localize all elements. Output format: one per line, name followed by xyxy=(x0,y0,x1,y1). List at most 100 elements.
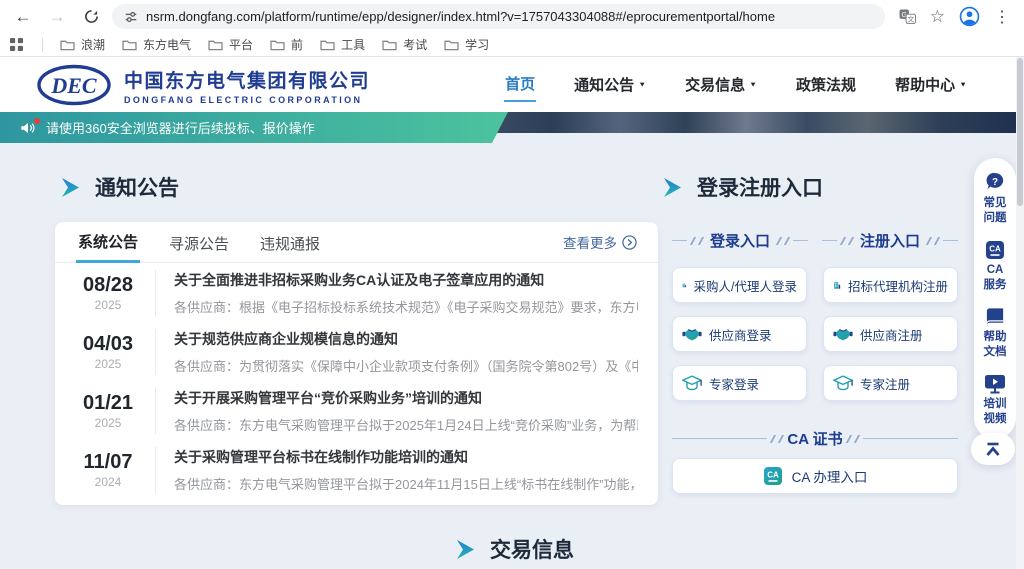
bookmark-label: 学习 xyxy=(465,36,489,53)
reload-button[interactable] xyxy=(78,4,104,30)
company-logo[interactable]: DEC 中国东方电气集团有限公司 DONGFANG ELECTRIC CORPO… xyxy=(36,64,370,106)
bookmark-label: 平台 xyxy=(229,36,253,53)
section-arrow-icon xyxy=(662,176,683,199)
notice-title: 关于开展采购管理平台“竞价采购业务”培训的通知 xyxy=(174,388,638,408)
register-header-text: 注册入口 xyxy=(860,230,920,251)
tab-sourcing-notices[interactable]: 寻源公告 xyxy=(167,223,231,262)
notice-tabs: 系统公告 寻源公告 违规通报 查看更多 xyxy=(55,222,658,263)
forward-button[interactable]: → xyxy=(44,4,70,30)
folder-icon xyxy=(382,39,397,51)
translate-icon[interactable]: G文 xyxy=(899,9,916,24)
bidding-agency-register-button[interactable]: 招标代理机构注册 xyxy=(823,267,958,303)
supplier-register-button[interactable]: 供应商注册 xyxy=(823,316,958,352)
nav-home[interactable]: 首页 xyxy=(504,67,536,102)
ca-cert-header: CA 证书 xyxy=(672,428,958,449)
view-more-link[interactable]: 查看更多 xyxy=(563,232,637,252)
chevron-down-icon: ▼ xyxy=(959,81,967,89)
training-videos-label: 培训视频 xyxy=(984,397,1007,427)
folder-icon xyxy=(444,39,459,51)
chrome-menu-icon[interactable]: ⋮ xyxy=(994,7,1010,27)
bookmark-label: 前 xyxy=(291,36,303,53)
question-bubble-icon: ? xyxy=(984,171,1006,193)
bookmark-kaoshi[interactable]: 考试 xyxy=(382,36,427,53)
notice-date-md: 04/03 xyxy=(75,333,141,356)
notice-title: 关于全面推进非招标采购业务CA认证及电子签章应用的通知 xyxy=(174,270,638,290)
notice-row[interactable]: 08/282025 关于全面推进非招标采购业务CA认证及电子签章应用的通知各供应… xyxy=(55,263,658,322)
circle-arrow-icon xyxy=(622,235,637,250)
tab-violation-reports[interactable]: 违规通报 xyxy=(258,223,322,262)
bookmark-gongju[interactable]: 工具 xyxy=(320,36,365,53)
bookmark-label: 工具 xyxy=(341,36,365,53)
svg-text:CA: CA xyxy=(767,471,779,480)
ca-apply-button[interactable]: CA CA 办理入口 xyxy=(672,458,958,494)
bookmark-langchao[interactable]: 浪潮 xyxy=(60,36,105,53)
bookmark-xuexi[interactable]: 学习 xyxy=(444,36,489,53)
main-nav: 首页 通知公告▼ 交易信息▼ 政策法规 帮助中心▼ xyxy=(504,57,968,112)
expert-register-button[interactable]: 专家注册 xyxy=(823,365,958,401)
browser-chrome: ← → nsrm.dongfang.com/platform/runtime/e… xyxy=(0,0,1024,57)
back-button[interactable]: ← xyxy=(10,4,36,30)
ca-service-label: CA服务 xyxy=(984,263,1007,293)
notice-date: 04/032025 xyxy=(75,333,141,371)
notices-section-title: 通知公告 xyxy=(60,172,179,202)
back-to-top-icon xyxy=(984,442,1002,457)
back-to-top-button[interactable] xyxy=(971,433,1015,465)
apps-grid-icon[interactable] xyxy=(10,38,23,51)
notice-ticker: 请使用360安全浏览器进行后续投标、报价操作 xyxy=(0,112,508,143)
training-videos-item[interactable]: 培训视频 xyxy=(984,374,1007,427)
nav-policies[interactable]: 政策法规 xyxy=(795,68,857,101)
bookmark-pingtai[interactable]: 平台 xyxy=(208,36,253,53)
entry-button-label: 专家注册 xyxy=(860,374,910,393)
ca-badge-icon: CA xyxy=(985,240,1005,260)
site-settings-icon xyxy=(124,10,138,24)
scrollbar-thumb[interactable] xyxy=(1017,58,1023,206)
entry-headers: 登录入口 注册入口 xyxy=(672,230,958,251)
nav-help-center[interactable]: 帮助中心▼ xyxy=(894,68,968,101)
buyer-agent-login-button[interactable]: 采购人/代理人登录 xyxy=(672,267,807,303)
ca-badge-icon: CA xyxy=(763,466,783,486)
entry-button-label: 专家登录 xyxy=(709,374,759,393)
address-bar[interactable]: nsrm.dongfang.com/platform/runtime/epp/d… xyxy=(112,4,885,29)
toolbar-right: G文 ☆ ⋮ xyxy=(899,6,1014,27)
bookmark-label: 东方电气 xyxy=(143,36,191,53)
faq-label: 常见问题 xyxy=(984,196,1007,226)
notice-row[interactable]: 01/212025 关于开展采购管理平台“竞价采购业务”培训的通知各供应商：东方… xyxy=(55,381,658,440)
url-text: nsrm.dongfang.com/platform/runtime/epp/d… xyxy=(146,9,775,24)
bookmark-dongfang[interactable]: 东方电气 xyxy=(122,36,191,53)
notice-title: 关于规范供应商企业规模信息的通知 xyxy=(174,329,638,349)
notice-title: 关于采购管理平台标书在线制作功能培训的通知 xyxy=(174,447,638,467)
nav-notices[interactable]: 通知公告▼ xyxy=(573,68,647,101)
nav-label: 政策法规 xyxy=(796,74,856,95)
notice-row[interactable]: 11/072024 关于采购管理平台标书在线制作功能培训的通知各供应商：东方电气… xyxy=(55,440,658,499)
entry-button-label: 招标代理机构注册 xyxy=(848,276,948,295)
notice-date-year: 2025 xyxy=(75,357,141,371)
notice-content: 关于采购管理平台标书在线制作功能培训的通知各供应商：东方电气采购管理平台拟于20… xyxy=(155,447,638,493)
notice-date-year: 2025 xyxy=(75,416,141,430)
notice-row[interactable]: 04/032025 关于规范供应商企业规模信息的通知各供应商：为贯彻落实《保障中… xyxy=(55,322,658,381)
faq-item[interactable]: ? 常见问题 xyxy=(984,171,1007,226)
notice-date: 11/072024 xyxy=(75,451,141,489)
notice-date-md: 11/07 xyxy=(75,451,141,474)
building-icon xyxy=(682,276,687,295)
dec-logo-icon: DEC xyxy=(36,64,112,106)
expert-login-button[interactable]: 专家登录 xyxy=(672,365,807,401)
tab-system-notices[interactable]: 系统公告 xyxy=(76,221,140,263)
supplier-login-button[interactable]: 供应商登录 xyxy=(672,316,807,352)
alert-dot xyxy=(34,118,40,124)
bookmark-star-icon[interactable]: ☆ xyxy=(930,7,945,27)
nav-trade-info[interactable]: 交易信息▼ xyxy=(684,68,758,101)
nav-label: 首页 xyxy=(505,73,535,94)
ca-header-text: CA 证书 xyxy=(787,428,842,449)
notice-date-year: 2024 xyxy=(75,475,141,489)
notices-card: 系统公告 寻源公告 违规通报 查看更多 08/282025 关于全面推进非招标采… xyxy=(55,222,658,505)
bookmark-label: 浪潮 xyxy=(81,36,105,53)
help-docs-item[interactable]: 帮助文档 xyxy=(984,307,1007,360)
bookmark-qian[interactable]: 前 xyxy=(270,36,303,53)
folder-icon xyxy=(270,39,285,51)
login-entry-header: 登录入口 xyxy=(672,230,808,251)
ticker-text: 请使用360安全浏览器进行后续投标、报价操作 xyxy=(46,118,315,137)
bookmarks-bar: 浪潮 东方电气 平台 前 工具 考试 学习 xyxy=(0,33,1024,56)
profile-avatar[interactable] xyxy=(959,6,980,27)
entry-button-grid: 采购人/代理人登录 招标代理机构注册 供应商登录 供应商注册 专家登录 专家注册 xyxy=(672,267,958,401)
ca-service-item[interactable]: CA CA服务 xyxy=(984,240,1007,293)
